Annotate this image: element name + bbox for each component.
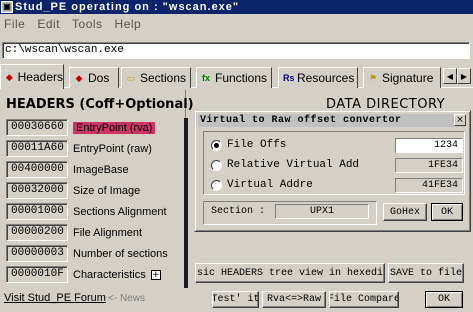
dialog-title: Virtual to Raw offset convertor (198, 114, 466, 127)
tabs-scroll-left-button[interactable]: ◀ (443, 68, 457, 84)
header-label[interactable]: File Alignment (73, 227, 142, 239)
section-field: UPX1 (275, 204, 369, 219)
header-row-characteristics: 0000010F Characteristics + (6, 266, 161, 283)
file-compare-button[interactable]: File Compare (329, 291, 399, 308)
header-row-number-of-sections: 00000003 Number of sections (6, 245, 168, 262)
header-value[interactable]: 00011A60 (6, 140, 68, 157)
menu-bar: File Edit Tools Help (0, 14, 473, 34)
news-link[interactable]: <- News (108, 293, 145, 304)
menu-help[interactable]: Help (115, 17, 142, 31)
header-label[interactable]: Size of Image (73, 185, 140, 197)
radio-icon[interactable] (211, 179, 222, 191)
header-value[interactable]: 00000200 (6, 224, 68, 241)
main-ok-button[interactable]: OK (425, 291, 463, 308)
signature-icon: ⚑ (368, 72, 378, 83)
option-label: Virtual Addre (227, 179, 313, 191)
resources-icon: Rs (283, 73, 295, 83)
header-row-imagebase: 00400000 ImageBase (6, 161, 129, 178)
header-row-file-alignment: 00000200 File Alignment (6, 224, 142, 241)
menu-edit[interactable]: Edit (37, 17, 60, 31)
header-row-entrypoint-raw: 00011A60 EntryPoint (raw) (6, 140, 152, 157)
option-virtual-address[interactable]: Virtual Addre (211, 177, 313, 193)
tab-sections-label: Sections (140, 71, 187, 85)
hexview-button[interactable]: sic HEADERS tree view in hexedi (195, 263, 385, 283)
visit-forum-link[interactable]: Visit Stud_PE Forum (4, 292, 108, 304)
tab-sections[interactable]: ▭ Sections (121, 67, 191, 88)
radio-icon[interactable] (211, 159, 222, 171)
offset-converter-dialog: Virtual to Raw offset convertor × File O… (194, 110, 471, 232)
gohex-button[interactable]: GoHex (383, 203, 427, 221)
header-value[interactable]: 00400000 (6, 161, 68, 178)
rva-field: 1FE34 (395, 158, 463, 173)
header-label[interactable]: ImageBase (73, 164, 129, 176)
header-label[interactable]: Number of sections (73, 248, 168, 260)
tab-dos-label: Dos (88, 71, 110, 85)
rva-raw-button[interactable]: Rva<=>Raw (262, 291, 326, 308)
option-relative-virtual-address[interactable]: Relative Virtual Add (211, 157, 359, 173)
tab-resources[interactable]: Rs Resources (278, 67, 358, 88)
tab-resources-label: Resources (297, 71, 355, 85)
left-arrow-icon: ◀ (446, 71, 454, 81)
section-label: Section : (211, 206, 266, 217)
option-label: File Offs (227, 139, 287, 151)
app-icon: ▣ (1, 1, 13, 13)
header-value[interactable]: 00001000 (6, 203, 68, 220)
header-value[interactable]: 0000010F (6, 266, 68, 283)
file-path-field[interactable]: c:\wscan\wscan.exe (2, 42, 470, 59)
tab-headers-label: Headers (17, 70, 63, 84)
tab-signature-label: Signature (382, 71, 434, 85)
header-row-sections-alignment: 00001000 Sections Alignment (6, 203, 167, 220)
save-to-file-button[interactable]: SAVE to file (388, 263, 464, 283)
right-arrow-icon: ▶ (460, 71, 468, 81)
header-row-entrypoint-rva: 00030660 EntryPoint (rva) (6, 119, 156, 136)
title-bar: ▣ Stud_PE operating on : "wscan.exe" (0, 0, 473, 14)
header-value[interactable]: 00000003 (6, 245, 68, 262)
test-it-button[interactable]: Test' it (212, 291, 259, 308)
menu-file[interactable]: File (4, 17, 25, 31)
file-offset-input[interactable]: 1234 (395, 138, 463, 153)
sections-icon: ▭ (126, 72, 136, 83)
option-label: Relative Virtual Add (227, 159, 360, 171)
radio-selected-icon[interactable] (211, 139, 222, 151)
va-field: 41FE34 (395, 178, 463, 193)
window-title: Stud_PE operating on : "wscan.exe" (15, 1, 240, 13)
panel-splitter[interactable] (184, 118, 188, 288)
menu-tools[interactable]: Tools (72, 17, 103, 31)
tab-functions-label: Functions (215, 71, 268, 85)
tab-headers[interactable]: ◆ Headers (0, 64, 64, 89)
dos-icon: ◆ (75, 72, 83, 83)
header-value[interactable]: 00030660 (6, 119, 68, 136)
tabs-scroll-right-button[interactable]: ▶ (457, 68, 471, 84)
expand-icon[interactable]: + (150, 269, 161, 280)
header-label[interactable]: Sections Alignment (73, 206, 167, 218)
tab-signature[interactable]: ⚑ Signature (363, 67, 441, 88)
dialog-ok-button[interactable]: OK (431, 203, 463, 221)
headers-icon: ◆ (5, 71, 13, 82)
tab-strip: ◆ Headers ◆ Dos ▭ Sections fx Functions … (0, 64, 473, 89)
header-label[interactable]: EntryPoint (raw) (73, 143, 152, 155)
close-icon[interactable]: × (454, 114, 466, 126)
header-row-size-of-image: 00032000 Size of Image (6, 182, 140, 199)
header-label[interactable]: Characteristics (73, 269, 146, 281)
option-file-offset[interactable]: File Offs (211, 137, 286, 153)
header-label[interactable]: EntryPoint (rva) (73, 121, 156, 134)
functions-icon: fx (201, 73, 210, 83)
tab-dos[interactable]: ◆ Dos (69, 67, 119, 88)
tab-functions[interactable]: fx Functions (196, 67, 272, 88)
header-value[interactable]: 00032000 (6, 182, 68, 199)
headers-title: HEADERS (Coff+Optional) (6, 97, 194, 112)
